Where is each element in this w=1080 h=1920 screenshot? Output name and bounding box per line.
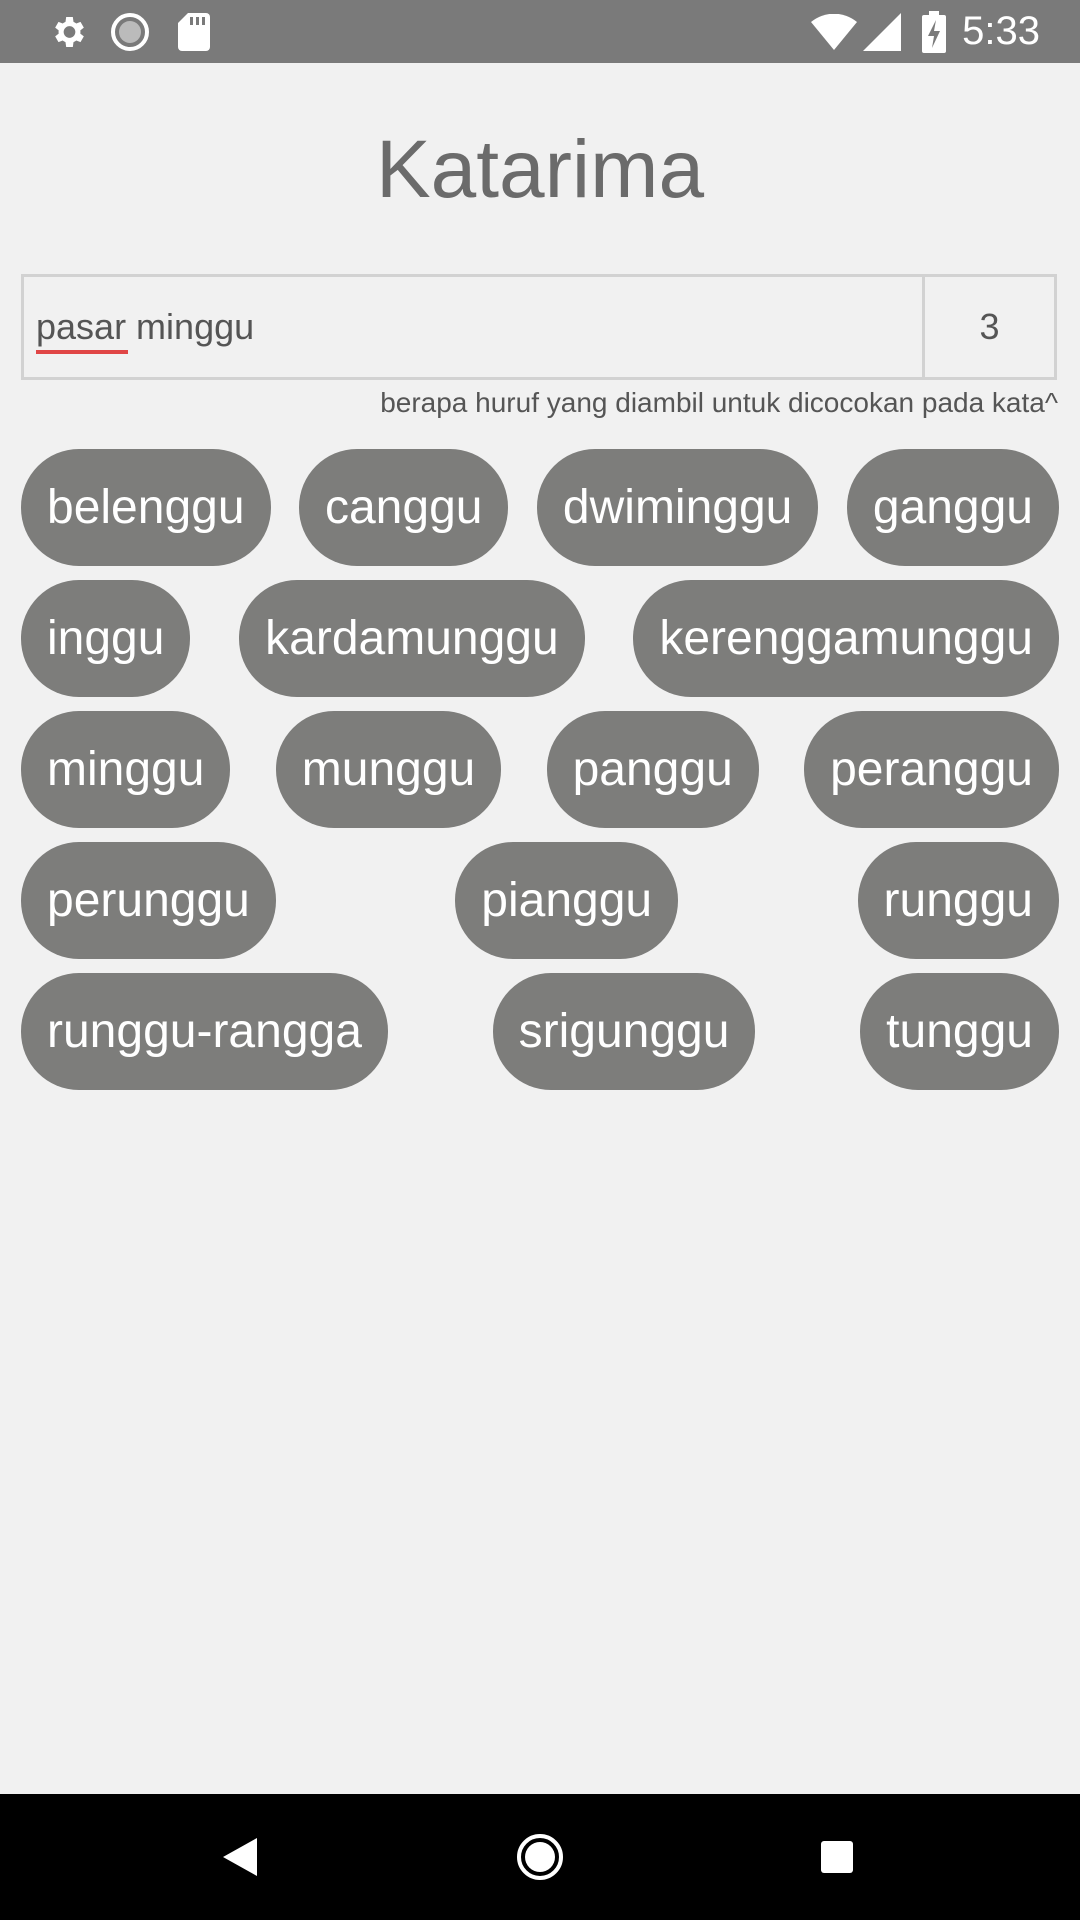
result-chip[interactable]: ganggu — [846, 449, 1059, 566]
chip-row: perunggu pianggu runggu — [21, 842, 1059, 959]
result-chip[interactable]: runggu — [857, 842, 1059, 959]
hint-text: berapa huruf yang diambil untuk dicocoka… — [380, 387, 1058, 418]
battery-charging-icon — [920, 0, 948, 63]
result-chip[interactable]: munggu — [275, 711, 502, 828]
result-chips: belenggu canggu dwiminggu ganggu inggu k… — [21, 449, 1059, 1104]
status-bar: 5:33 — [0, 0, 1080, 63]
letter-count-input[interactable]: 3 — [925, 277, 1054, 377]
result-chip[interactable]: runggu-rangga — [21, 973, 388, 1090]
result-chip[interactable]: panggu — [546, 711, 759, 828]
result-chip[interactable]: peranggu — [804, 711, 1059, 828]
sd-card-icon — [176, 0, 212, 63]
page-title: Katarima — [375, 124, 705, 215]
gear-icon — [48, 0, 88, 63]
result-chip[interactable]: inggu — [21, 580, 191, 697]
navigation-bar — [0, 1794, 1080, 1920]
result-chip[interactable]: pianggu — [455, 842, 679, 959]
wifi-icon — [810, 0, 858, 63]
result-chip[interactable]: canggu — [298, 449, 509, 566]
search-row: pasar minggu 3 — [21, 274, 1057, 380]
chip-row: minggu munggu panggu peranggu — [21, 711, 1059, 828]
chip-row: inggu kardamunggu kerenggamunggu — [21, 580, 1059, 697]
result-chip[interactable]: srigunggu — [492, 973, 756, 1090]
word-input-value: pasar minggu — [36, 306, 255, 347]
result-chip[interactable]: belenggu — [21, 449, 271, 566]
home-icon[interactable] — [480, 1794, 600, 1920]
result-chip[interactable]: minggu — [21, 711, 231, 828]
result-chip[interactable]: perunggu — [21, 842, 276, 959]
signal-icon — [862, 0, 902, 63]
status-time: 5:33 — [962, 9, 1040, 53]
result-chip[interactable]: dwiminggu — [536, 449, 819, 566]
loading-icon — [110, 0, 150, 63]
result-chip[interactable]: kerenggamunggu — [633, 580, 1059, 697]
result-chip[interactable]: kardamunggu — [239, 580, 585, 697]
spellcheck-underline — [36, 350, 128, 354]
chip-row: runggu-rangga srigunggu tunggu — [21, 973, 1059, 1090]
word-input[interactable]: pasar minggu — [24, 277, 925, 377]
back-icon[interactable] — [180, 1794, 300, 1920]
chip-row: belenggu canggu dwiminggu ganggu — [21, 449, 1059, 566]
result-chip[interactable]: tunggu — [860, 973, 1059, 1090]
recents-icon[interactable] — [777, 1794, 897, 1920]
